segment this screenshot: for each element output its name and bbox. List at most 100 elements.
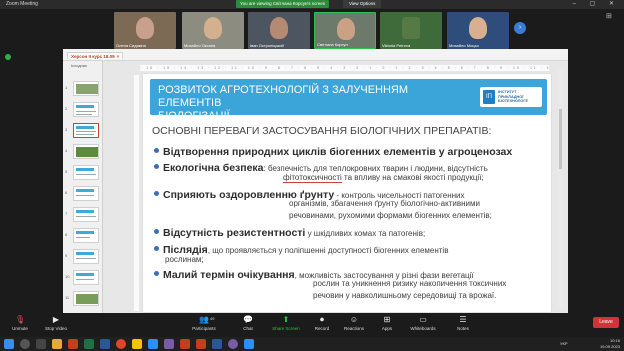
participants-label: Participants [192,326,216,331]
logo-mark: ІП [483,90,495,104]
word-icon[interactable] [212,339,222,349]
excel-icon[interactable] [84,339,94,349]
reactions-icon: ☺ [349,315,359,324]
chat-icon: 💬 [243,315,253,324]
participant-name: Світлана Корсун [317,42,348,47]
share-screen-label: Share Screen [272,326,300,331]
bullet-heading: Екологічна безпека [163,162,264,174]
participant-tile[interactable]: Іван Остропіцький [248,12,310,49]
file-explorer-icon[interactable] [52,339,62,349]
viewing-banner: You are viewing Світлана Корсун's screen [236,0,330,8]
slide-thumbnail[interactable] [73,249,99,264]
thumb-number: 3 [65,127,68,132]
window-controls[interactable]: – ▢ ✕ [573,0,620,9]
ppt-tab-label: Херсон II курс 18.09 [71,54,115,59]
thumb-number: 5 [65,169,68,174]
participant-video [402,17,420,39]
task-view-icon[interactable] [36,339,46,349]
bullet-continuation: рослинам; [165,255,204,264]
bullet-continuation: рослин та уникнення ризику накопичення т… [313,279,507,288]
slide-title: РОЗВИТОК АГРОТЕХНОЛОГІЙ З ЗАЛУЧЕННЯМ ЕЛЕ… [158,84,458,123]
bullet-continuation: речовинами, рухомими формами біогенних е… [289,211,492,220]
participant-tile[interactable]: Михайло Оксана [182,12,244,49]
ppt-tab-bar: Херсон II курс 18.09 × [63,49,568,61]
slide-thumbnail[interactable] [73,102,99,117]
slide-subtitle: ОСНОВНІ ПЕРЕВАГИ ЗАСТОСУВАННЯ БІОЛОГІЧНИ… [152,125,492,137]
participant-name: Михайло Оксана [184,43,216,48]
title-bar: Zoom Meeting You are viewing Світлана Ко… [0,0,624,9]
reactions-label: Reactions [343,326,364,331]
leave-button[interactable]: Leave [593,317,619,328]
viber-icon[interactable] [228,339,238,349]
participants-button[interactable]: 👥 Participants [184,315,224,331]
view-options-button[interactable]: View Options [343,0,382,8]
bullet-text: та впливу на смакові якості продукції; [341,173,484,182]
notes-button[interactable]: ☰ Notes [443,315,483,331]
chrome-icon[interactable] [116,339,126,349]
yandex-icon[interactable] [132,339,142,349]
slide-thumbnail[interactable] [73,186,99,201]
powerpoint-icon[interactable] [68,339,78,349]
viber-icon[interactable] [164,339,174,349]
bullet-dot [154,148,159,153]
participant-tile[interactable]: Олена Сидякіна [114,12,176,49]
whiteboards-button[interactable]: ▭ Whiteboards [403,315,443,331]
record-label: Record [314,326,330,331]
scroll-thumb[interactable] [559,109,562,169]
bullet-dot [154,271,159,276]
participant-name: Viktoria Petrova [382,43,411,48]
slide-thumbnail[interactable] [73,81,99,96]
whiteboard-icon: ▭ [419,315,427,324]
powerpoint-icon[interactable] [180,339,190,349]
slide-thumbnail[interactable] [73,207,99,222]
zoom-taskbar-icon[interactable] [244,339,254,349]
chat-button[interactable]: 💬 Chat [228,315,268,331]
clock[interactable]: 10:16 19.09.2023 [600,338,620,349]
slide-thumbnail[interactable] [73,291,99,306]
chat-label: Chat [243,326,253,331]
bullet-heading: Відсутність резистентності [163,227,306,239]
word-icon[interactable] [100,339,110,349]
unmute-label: Unmute [12,326,28,331]
participant-tile-active[interactable]: Світлана Корсун [314,12,376,49]
next-participants-button[interactable]: › [514,22,526,34]
gallery-view-icon[interactable]: ⊞ [606,12,612,20]
slide-header-band: РОЗВИТОК АГРОТЕХНОЛОГІЙ З ЗАЛУЧЕННЯМ ЕЛЕ… [150,79,547,122]
shared-screen: Херсон II курс 18.09 × Ісходник 1 2 3 4 5… [63,49,568,313]
bullet-dot [154,229,159,234]
language-indicator[interactable]: УКР [560,341,568,346]
slide-thumbnail[interactable] [73,144,99,159]
logo-text: ІНСТИТУТ ПРИКЛАДНОЇ БІОТЕХНОЛОГІЇ [498,90,528,104]
participant-video [337,18,355,40]
slide-title-line: БІОЛОГІЗАЦІЇ [158,110,230,122]
vertical-scrollbar[interactable] [558,69,563,309]
slide-thumbnail[interactable] [73,270,99,285]
participant-name: Іван Остропіцький [250,43,284,48]
slide-thumbnail[interactable] [73,165,99,180]
bullet-item: Відсутність резистентності у шкідливих к… [163,223,425,241]
slide-thumbnail[interactable] [73,228,99,243]
participant-tile[interactable]: Михайло Моцьо [447,12,509,49]
participant-tile[interactable]: Viktoria Petrova [380,12,442,49]
search-icon[interactable] [20,339,30,349]
bullet-continuation: організмів, збагачення ґрунту біологічно… [289,199,480,208]
start-icon[interactable] [4,339,14,349]
thumb-number: 4 [65,148,68,153]
close-tab-icon[interactable]: × [117,54,120,59]
thumb-number: 2 [65,106,68,111]
ppt-file-tab[interactable]: Херсон II курс 18.09 × [67,52,124,59]
powerpoint-icon[interactable] [196,339,206,349]
apps-button[interactable]: ⊞ Apps [367,315,407,331]
apps-label: Apps [381,326,393,331]
slide-thumbnails-panel: Ісходник 1 2 3 4 5 6 7 8 9 10 11 [63,61,103,313]
share-screen-button[interactable]: ⬆ Share Screen [266,315,306,331]
slide-thumbnail-selected[interactable] [73,123,99,138]
security-shield-icon[interactable] [5,54,11,60]
apps-icon: ⊞ [383,315,391,324]
participant-name: Олена Сидякіна [116,43,146,48]
zoom-taskbar-icon[interactable] [148,339,158,349]
unmute-button[interactable]: 🎙 Unmute [0,315,40,331]
thumb-number: 7 [65,211,68,216]
stop-video-button[interactable]: ▶ Stop Video [36,315,76,331]
participant-name: Михайло Моцьо [449,43,479,48]
